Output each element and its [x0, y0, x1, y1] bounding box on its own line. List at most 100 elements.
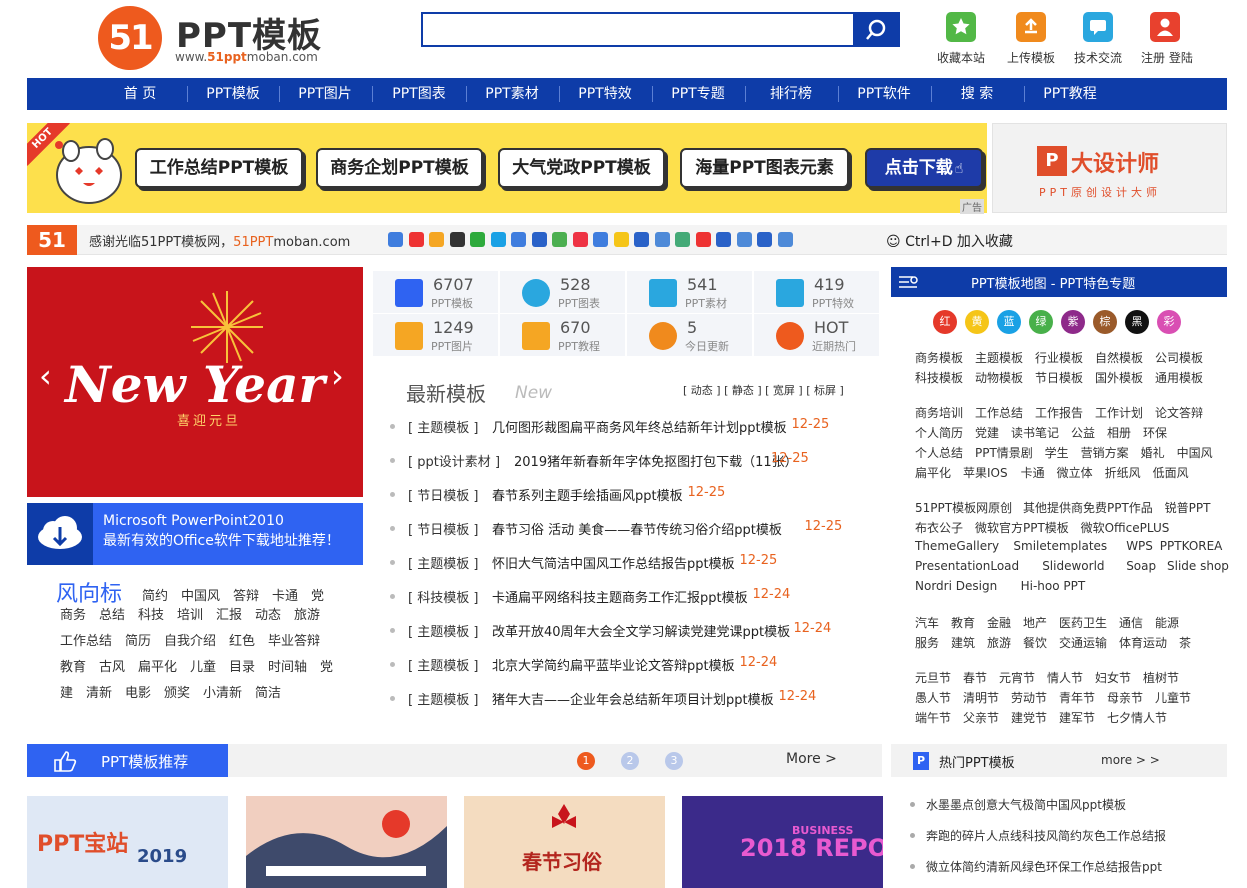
user-icon[interactable] [1150, 12, 1180, 42]
topic-link[interactable]: 母亲节 [1107, 689, 1143, 706]
topic-link[interactable]: Soap [1126, 559, 1156, 573]
share-icon[interactable] [716, 232, 731, 247]
topic-link[interactable]: 自然模板 [1095, 349, 1143, 366]
windvane-tag[interactable]: 目录 [229, 656, 255, 675]
latest-list-item[interactable]: [ 主题模板 ] 北京大学简约扁平蓝毕业论文答辩ppt模板 12-24 [390, 655, 860, 675]
topic-link[interactable]: Hi-hoo PPT [1021, 579, 1086, 593]
hot-item-title[interactable]: 水墨墨点创意大气极简中国风ppt模板 [926, 798, 1126, 812]
latest-item-category[interactable]: [ 节日模板 ] [408, 485, 478, 504]
color-filter-dot[interactable]: 绿 [1029, 310, 1053, 334]
latest-list-item[interactable]: [ 主题模板 ] 几何图形裁图扁平商务风年终总结新年计划ppt模板 12-25 [390, 417, 860, 437]
topic-link[interactable]: 植树节 [1143, 669, 1179, 686]
latest-item-title[interactable]: 2019猪年新春新年字体免抠图打包下载（11张） [514, 451, 798, 470]
latest-item-category[interactable]: [ 科技模板 ] [408, 587, 478, 606]
nav-item[interactable]: PPT图表 [369, 78, 469, 110]
windvane-tag[interactable]: 儿童 [190, 656, 216, 675]
stat-box[interactable]: HOT 近期热门 [754, 314, 879, 356]
banner-button[interactable]: 大气党政PPT模板 [498, 148, 665, 188]
share-icon[interactable] [552, 232, 567, 247]
topic-link[interactable]: 扁平化 [915, 464, 951, 481]
stat-box[interactable]: 528 PPT图表 [500, 271, 625, 313]
share-icon[interactable] [634, 232, 649, 247]
topic-link[interactable]: 中国风 [1177, 444, 1213, 461]
latest-list-item[interactable]: [ ppt设计素材 ] 2019猪年新春新年字体免抠图打包下载（11张） 12-25 [390, 451, 860, 471]
topic-link[interactable]: 建军节 [1059, 709, 1095, 726]
nav-item[interactable]: PPT软件 [834, 78, 934, 110]
windvane-tag[interactable]: 科技 [138, 604, 164, 623]
topic-link[interactable]: 主题模板 [975, 349, 1023, 366]
stat-box[interactable]: 670 PPT教程 [500, 314, 625, 356]
stat-box[interactable]: 6707 PPT模板 [373, 271, 498, 313]
windvane-tag[interactable]: 电影 [125, 682, 151, 701]
topic-link[interactable]: 医药卫生 [1059, 614, 1107, 631]
nav-item[interactable]: PPT教程 [1020, 78, 1120, 110]
windvane-tag[interactable]: 自我介绍 [164, 630, 216, 649]
windvane-tag[interactable]: 动态 [255, 604, 281, 623]
banner-button[interactable]: 海量PPT图表元素 [680, 148, 849, 188]
share-icon[interactable] [757, 232, 772, 247]
latest-list-item[interactable]: [ 主题模板 ] 改革开放40周年大会全文学习解读党建党课ppt模板 12-24 [390, 621, 860, 641]
topic-link[interactable]: 折纸风 [1105, 464, 1141, 481]
topic-link[interactable]: 论文答辩 [1155, 404, 1203, 421]
topic-link[interactable]: 父亲节 [963, 709, 999, 726]
ad-banner[interactable]: P 大设计师 PPT原创设计大师 [992, 123, 1227, 213]
hot-item-title[interactable]: 奔跑的碎片人点线科技风简约灰色工作总结报 [926, 829, 1166, 843]
stat-box[interactable]: 541 PPT素材 [627, 271, 752, 313]
windvane-tag[interactable]: 汇报 [216, 604, 242, 623]
topic-link[interactable]: 春节 [963, 669, 987, 686]
latest-list-item[interactable]: [ 科技模板 ] 卡通扁平网络科技主题商务工作汇报ppt模板 12-24 [390, 587, 860, 607]
topic-link[interactable]: 国外模板 [1095, 369, 1143, 386]
latest-item-title[interactable]: 改革开放40周年大会全文学习解读党建党课ppt模板 [492, 621, 790, 640]
windvane-tag[interactable]: 红色 [229, 630, 255, 649]
topic-link[interactable]: 苹果IOS [963, 464, 1008, 481]
topic-link[interactable]: 节日模板 [1035, 369, 1083, 386]
share-icon[interactable] [593, 232, 608, 247]
topic-link[interactable]: 端午节 [915, 709, 951, 726]
search-button[interactable] [853, 12, 900, 47]
nav-item[interactable]: 搜 索 [927, 78, 1027, 110]
topic-link[interactable]: 公司模板 [1155, 349, 1203, 366]
hot-list-item[interactable]: 水墨墨点创意大气极简中国风ppt模板 [910, 796, 1126, 813]
topic-link[interactable]: 通用模板 [1155, 369, 1203, 386]
topic-link[interactable]: 党建 [975, 424, 999, 441]
windvane-tag[interactable]: 卡通 [272, 585, 298, 604]
latest-item-title[interactable]: 北京大学简约扁平蓝毕业论文答辩ppt模板 [492, 655, 735, 674]
latest-item-category[interactable]: [ 主题模板 ] [408, 689, 478, 708]
topic-link[interactable]: 公益 [1071, 424, 1095, 441]
latest-item-category[interactable]: [ 节日模板 ] [408, 519, 478, 538]
topic-link[interactable]: 愚人节 [915, 689, 951, 706]
latest-list-item[interactable]: [ 节日模板 ] 春节系列主题手绘插画风ppt模板 12-25 [390, 485, 860, 505]
windvane-tag[interactable]: 教育 [60, 656, 86, 675]
topic-link[interactable]: 商务模板 [915, 349, 963, 366]
topic-link[interactable]: 能源 [1155, 614, 1179, 631]
header-action-label[interactable]: 上传模板 [1007, 49, 1055, 66]
latest-filters[interactable]: [ 动态 ] [ 静态 ] [ 宽屏 ] [ 标屏 ] [683, 382, 844, 398]
add-favorite-link[interactable]: ☺ Ctrl+D 加入收藏 [886, 231, 1013, 251]
topic-link[interactable]: 读书笔记 [1011, 424, 1059, 441]
topic-link[interactable]: 妇女节 [1095, 669, 1131, 686]
latest-item-title[interactable]: 怀旧大气简洁中国风工作总结报告ppt模板 [492, 553, 735, 572]
topic-link[interactable]: 锐普PPT [1165, 499, 1211, 516]
topic-link[interactable]: 儿童节 [1155, 689, 1191, 706]
topic-link[interactable]: 建党节 [1011, 709, 1047, 726]
topic-link[interactable]: 汽车 [915, 614, 939, 631]
windvane-tag[interactable]: 简洁 [255, 682, 281, 701]
windvane-tag[interactable]: 工作总结 [60, 630, 112, 649]
topic-link[interactable]: 交通运输 [1059, 634, 1107, 651]
windvane-tag[interactable]: 古风 [99, 656, 125, 675]
header-action-label[interactable]: 收藏本站 [937, 49, 985, 66]
latest-list-item[interactable]: [ 主题模板 ] 猪年大吉——企业年会总结新年项目计划ppt模板 12-24 [390, 689, 860, 709]
topic-link[interactable]: 微立体 [1057, 464, 1093, 481]
topic-link[interactable]: 教育 [951, 614, 975, 631]
topic-link[interactable]: 通信 [1119, 614, 1143, 631]
windvane-tag[interactable]: 商务 [60, 604, 86, 623]
topic-link[interactable]: 卡通 [1021, 464, 1045, 481]
windvane-tag[interactable]: 总结 [99, 604, 125, 623]
color-filter-dot[interactable]: 黄 [965, 310, 989, 334]
banner-button[interactable]: 商务企划PPT模板 [316, 148, 483, 188]
windvane-tag[interactable]: 旅游 [294, 604, 320, 623]
color-filter-dot[interactable]: 黑 [1125, 310, 1149, 334]
latest-list-item[interactable]: [ 主题模板 ] 怀旧大气简洁中国风工作总结报告ppt模板 12-25 [390, 553, 860, 573]
windvane-tag[interactable]: 党 [320, 656, 333, 675]
windvane-tag[interactable]: 扁平化 [138, 656, 177, 675]
